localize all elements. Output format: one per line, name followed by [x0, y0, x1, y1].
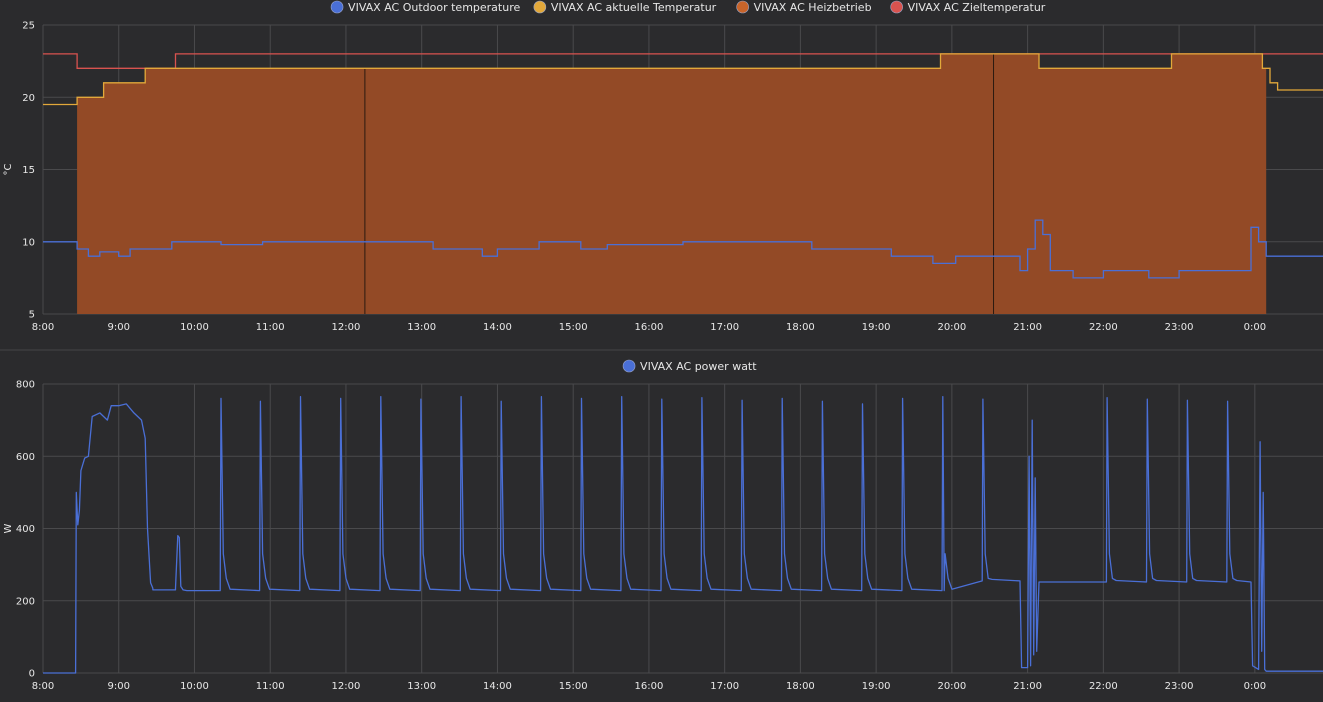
y-tick-label: 20	[22, 93, 35, 104]
x-tick-label: 16:00	[635, 681, 664, 692]
x-tick-label: 19:00	[862, 681, 891, 692]
y-tick-label: 5	[29, 310, 35, 321]
y-tick-label: 10	[22, 237, 35, 248]
x-tick-label: 15:00	[559, 681, 588, 692]
power-chart: 0 200 400 600 800 8:00 9:00 10:00 11:00 12:00 13:0…	[3, 359, 1323, 692]
dashboard: 5 10 15 20 25 8:00 9:00 10:00 11:00 12:00 13:00 14:…	[0, 0, 1323, 702]
legend-label-target: VIVAX AC Zieltemperatur	[908, 1, 1046, 14]
x-tick-label: 22:00	[1089, 681, 1118, 692]
x-tick-label: 14:00	[483, 322, 512, 333]
y-tick-label: 15	[22, 165, 35, 176]
x-tick-label: 17:00	[710, 681, 739, 692]
charts-canvas: 5 10 15 20 25 8:00 9:00 10:00 11:00 12:00 13:00 14:…	[0, 0, 1323, 692]
x-tick-label: 20:00	[937, 681, 966, 692]
x-tick-label: 8:00	[32, 681, 54, 692]
y-axis-label: W	[3, 523, 14, 533]
x-tick-label: 10:00	[180, 322, 209, 333]
x-tick-label: 16:00	[635, 322, 664, 333]
legend-label-outdoor: VIVAX AC Outdoor temperature	[348, 1, 520, 14]
x-tick-label: 12:00	[332, 681, 361, 692]
x-tick-label: 21:00	[1013, 681, 1042, 692]
x-tick-label: 9:00	[108, 322, 130, 333]
x-tick-label: 13:00	[407, 681, 436, 692]
temperature-chart: 5 10 15 20 25 8:00 9:00 10:00 11:00 12:00 13:00 14:…	[3, 0, 1323, 333]
legend-marker-power	[622, 359, 636, 373]
legend-label-heating: VIVAX AC Heizbetrieb	[754, 1, 872, 14]
legend-marker-heating	[736, 0, 749, 14]
x-tick-label: 11:00	[256, 322, 285, 333]
y-axis-label: °C	[3, 163, 14, 175]
x-tick-label: 20:00	[937, 322, 966, 333]
x-tick-label: 12:00	[332, 322, 361, 333]
legend-marker-outdoor	[330, 0, 344, 14]
x-tick-label: 23:00	[1165, 681, 1194, 692]
x-tick-label: 13:00	[407, 322, 436, 333]
x-tick-label: 11:00	[256, 681, 285, 692]
heating-area	[77, 53, 1267, 315]
x-tick-label: 19:00	[862, 322, 891, 333]
legend-label-current: VIVAX AC aktuelle Temperatur	[551, 1, 717, 14]
x-tick-label: 10:00	[180, 681, 209, 692]
x-tick-label: 18:00	[786, 322, 815, 333]
legend: VIVAX AC power watt	[622, 359, 757, 373]
y-tick-label: 400	[16, 524, 35, 535]
x-tick-label: 21:00	[1013, 322, 1042, 333]
x-tick-label: 14:00	[483, 681, 512, 692]
x-tick-label: 17:00	[710, 322, 739, 333]
y-tick-label: 0	[29, 669, 35, 680]
series-line-power	[43, 395, 1323, 674]
x-tick-label: 15:00	[559, 322, 588, 333]
x-tick-label: 18:00	[786, 681, 815, 692]
x-tick-label: 0:00	[1244, 322, 1266, 333]
legend-marker-current	[533, 0, 547, 14]
x-tick-label: 23:00	[1165, 322, 1194, 333]
x-tick-label: 8:00	[32, 322, 54, 333]
legend-marker-target	[890, 0, 903, 14]
series-line-target	[43, 53, 1323, 69]
y-tick-label: 25	[22, 21, 35, 32]
x-tick-label: 9:00	[108, 681, 130, 692]
legend-label-power: VIVAX AC power watt	[640, 360, 757, 373]
y-tick-label: 600	[16, 452, 35, 463]
legend: VIVAX AC Outdoor temperature VIVAX AC akt…	[330, 0, 1046, 14]
x-tick-label: 22:00	[1089, 322, 1118, 333]
x-tick-label: 0:00	[1244, 681, 1266, 692]
y-tick-label: 200	[16, 596, 35, 607]
y-tick-label: 800	[16, 380, 35, 391]
